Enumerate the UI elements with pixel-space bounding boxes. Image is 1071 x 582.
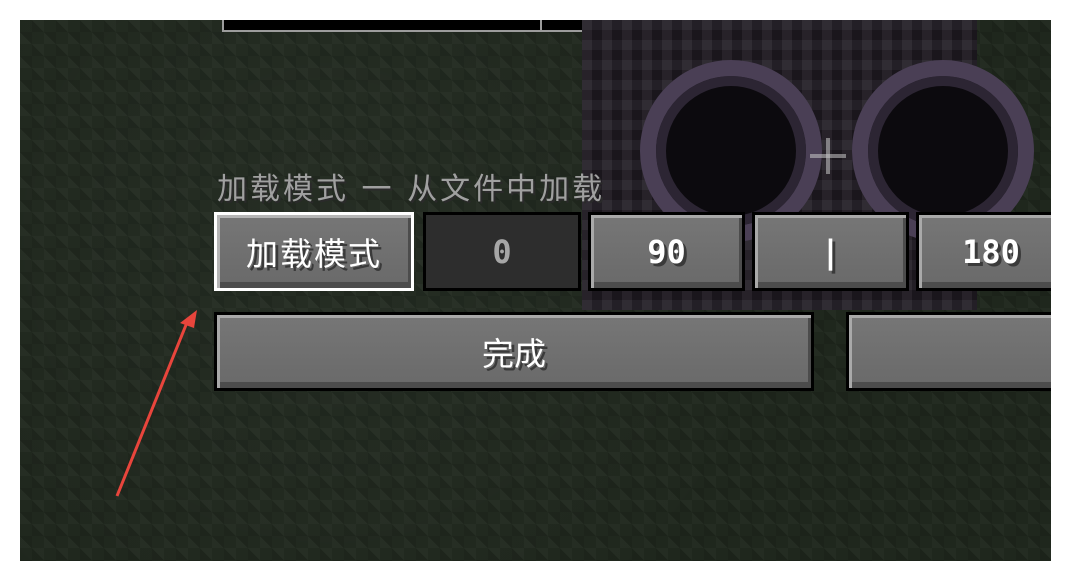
game-viewport: 加载模式 一 从文件中加载 加载模式 0 90 | 180 完成 bbox=[20, 20, 1051, 561]
red-arrow-annotation bbox=[115, 310, 197, 497]
